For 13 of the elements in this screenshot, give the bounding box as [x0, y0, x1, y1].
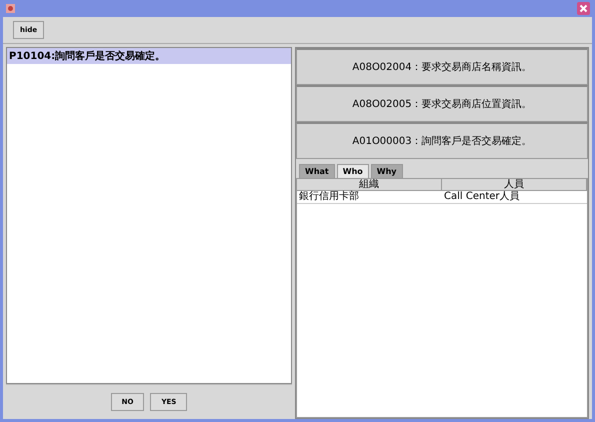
action-button[interactable]: A08O02005：要求交易商店位置資訊。	[296, 85, 588, 122]
app-icon	[5, 3, 16, 14]
column-header[interactable]: 人員	[442, 179, 587, 191]
tab[interactable]: Why	[370, 164, 402, 178]
table-cell: 銀行信用卡部	[297, 191, 442, 204]
action-button[interactable]: A08O02004：要求交易商店名稱資訊。	[296, 48, 588, 85]
tab[interactable]: What	[299, 164, 335, 178]
close-icon[interactable]	[577, 2, 590, 15]
column-header[interactable]: 組織	[297, 179, 442, 191]
list-item[interactable]: P10104:詢問客戶是否交易確定。	[7, 48, 291, 64]
table-cell: Call Center人員	[442, 191, 587, 204]
action-button[interactable]: A01O00003：詢問客戶是否交易確定。	[296, 122, 588, 159]
tab[interactable]: Who	[336, 164, 369, 178]
